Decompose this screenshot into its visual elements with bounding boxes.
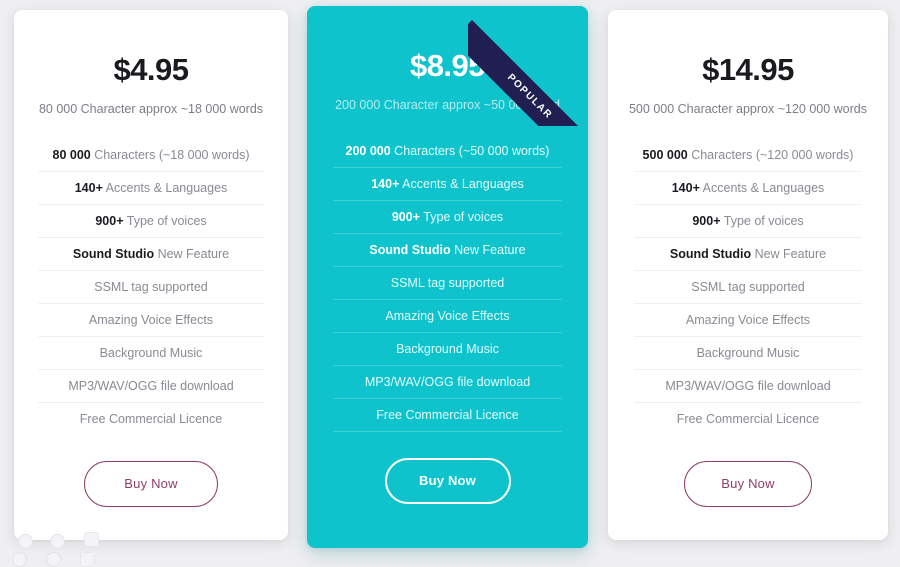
feature-item: 140+ Accents & Languages — [333, 168, 562, 201]
feature-text: Background Music — [696, 346, 800, 360]
buy-now-button[interactable]: Buy Now — [84, 461, 218, 507]
feature-text: Amazing Voice Effects — [88, 313, 214, 327]
card-header: $14.95 500 000 Character approx ~120 000 … — [608, 10, 888, 117]
feature-item: 140+ Accents & Languages — [634, 172, 862, 205]
feature-emphasis: Sound Studio — [369, 243, 451, 257]
feature-item: Free Commercial Licence — [333, 399, 562, 432]
feature-item: Amazing Voice Effects — [38, 304, 264, 337]
feature-text: Characters (~120 000 words) — [687, 148, 854, 162]
feature-item: Free Commercial Licence — [38, 403, 264, 435]
feature-text: Amazing Voice Effects — [385, 309, 510, 323]
feature-item: 80 000 Characters (~18 000 words) — [38, 139, 264, 172]
feature-list: 200 000 Characters (~50 000 words) 140+ A… — [307, 135, 588, 432]
feature-item: 900+ Type of voices — [38, 205, 264, 238]
feature-item: 900+ Type of voices — [333, 201, 562, 234]
feature-list: 500 000 Characters (~120 000 words) 140+ … — [608, 139, 888, 435]
feature-text: Free Commercial Licence — [79, 412, 223, 426]
plan-price-subtitle: 80 000 Character approx ~18 000 words — [38, 102, 264, 116]
plan-price: $8.95 — [409, 48, 486, 83]
pricing-card-popular: POPULAR $8.95 200 000 Character approx ~50… — [307, 6, 588, 548]
feature-text: Free Commercial Licence — [376, 408, 519, 422]
feature-item: MP3/WAV/OGG file download — [333, 366, 562, 399]
feature-text: New Feature — [154, 247, 230, 261]
feature-text: Characters (~18 000 words) — [90, 148, 250, 162]
feature-item: Sound Studio New Feature — [38, 238, 264, 271]
pricing-card-pro: $14.95 500 000 Character approx ~120 000 … — [608, 10, 888, 540]
feature-emphasis: 80 000 — [52, 148, 91, 162]
feature-text: MP3/WAV/OGG file download — [68, 379, 234, 393]
feature-emphasis: 140+ — [671, 181, 700, 195]
feature-item: Free Commercial Licence — [634, 403, 862, 435]
buy-now-button[interactable]: Buy Now — [684, 461, 812, 507]
feature-text: New Feature — [450, 243, 526, 257]
card-header: $4.95 80 000 Character approx ~18 000 wor… — [14, 10, 288, 117]
feature-text: MP3/WAV/OGG file download — [364, 375, 531, 389]
feature-text: Accents & Languages — [699, 181, 825, 195]
feature-item: Background Music — [38, 337, 264, 370]
feature-emphasis: 500 000 — [642, 148, 688, 162]
feature-item: SSML tag supported — [38, 271, 264, 304]
pricing-table: $4.95 80 000 Character approx ~18 000 wor… — [0, 0, 900, 560]
feature-item: 200 000 Characters (~50 000 words) — [333, 135, 562, 168]
feature-text: SSML tag supported — [390, 276, 505, 290]
plan-price-subtitle: 200 000 Character approx ~50 000 word — [335, 98, 560, 112]
feature-item: MP3/WAV/OGG file download — [634, 370, 862, 403]
feature-item: SSML tag supported — [333, 267, 562, 300]
plan-price-subtitle: 500 000 Character approx ~120 000 words — [628, 102, 867, 116]
feature-text: Type of voices — [123, 214, 207, 228]
feature-item: Background Music — [634, 337, 862, 370]
feature-text: Type of voices — [420, 210, 504, 224]
feature-text: Background Music — [99, 346, 203, 360]
feature-text: Accents & Languages — [399, 177, 524, 191]
feature-text: Free Commercial Licence — [676, 412, 820, 426]
feature-item: Amazing Voice Effects — [333, 300, 562, 333]
feature-text: New Feature — [751, 247, 827, 261]
plan-price: $14.95 — [702, 52, 794, 87]
feature-text: Amazing Voice Effects — [685, 313, 811, 327]
feature-text: Type of voices — [720, 214, 804, 228]
plan-price: $4.95 — [113, 52, 189, 87]
feature-text: MP3/WAV/OGG file download — [665, 379, 831, 393]
cta-row: Buy Now — [307, 458, 588, 504]
feature-item: Sound Studio New Feature — [634, 238, 862, 271]
feature-item: Sound Studio New Feature — [333, 234, 562, 267]
feature-emphasis: Sound Studio — [72, 247, 155, 261]
buy-now-button[interactable]: Buy Now — [384, 458, 511, 504]
feature-list: 80 000 Characters (~18 000 words) 140+ Ac… — [14, 139, 288, 435]
feature-item: Background Music — [333, 333, 562, 366]
feature-text: Background Music — [396, 342, 499, 356]
feature-emphasis: 900+ — [391, 210, 420, 224]
feature-emphasis: 200 000 — [345, 144, 391, 158]
feature-item: MP3/WAV/OGG file download — [38, 370, 264, 403]
feature-emphasis: 900+ — [692, 214, 721, 228]
cta-row: Buy Now — [608, 461, 888, 507]
card-header: $8.95 200 000 Character approx ~50 000 wo… — [307, 6, 588, 113]
feature-text: SSML tag supported — [94, 280, 208, 294]
feature-item: 900+ Type of voices — [634, 205, 862, 238]
feature-item: 500 000 Characters (~120 000 words) — [634, 139, 862, 172]
cta-row: Buy Now — [14, 461, 288, 507]
feature-text: SSML tag supported — [691, 280, 805, 294]
pricing-card-starter: $4.95 80 000 Character approx ~18 000 wor… — [14, 10, 288, 540]
feature-text: Accents & Languages — [102, 181, 228, 195]
feature-text: Characters (~50 000 words) — [390, 144, 550, 158]
feature-emphasis: Sound Studio — [669, 247, 752, 261]
feature-emphasis: 140+ — [371, 177, 400, 191]
feature-item: SSML tag supported — [634, 271, 862, 304]
feature-emphasis: 140+ — [74, 181, 103, 195]
feature-emphasis: 900+ — [95, 214, 124, 228]
feature-item: 140+ Accents & Languages — [38, 172, 264, 205]
feature-item: Amazing Voice Effects — [634, 304, 862, 337]
